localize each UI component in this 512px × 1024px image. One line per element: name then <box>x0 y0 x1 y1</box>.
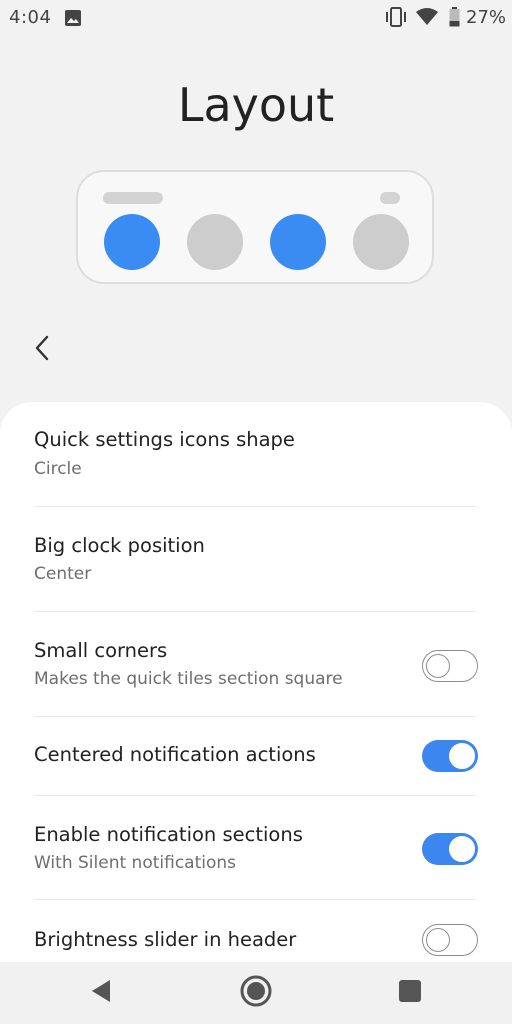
layout-preview <box>76 170 434 284</box>
page-title: Layout <box>177 78 335 132</box>
navigation-bar <box>0 962 512 1024</box>
chevron-left-icon[interactable] <box>28 332 58 364</box>
preview-tile <box>187 214 243 270</box>
wifi-icon <box>416 8 438 25</box>
setting-summary: Makes the quick tiles section square <box>34 669 343 689</box>
battery-icon <box>449 7 460 27</box>
setting-title: Centered notification actions <box>34 743 316 766</box>
setting-title: Enable notification sections <box>34 823 303 846</box>
setting-big-clock-position[interactable]: Big clock position Center <box>0 507 512 611</box>
centered-notification-actions-toggle[interactable] <box>422 740 478 772</box>
setting-title: Big clock position <box>34 534 205 557</box>
toggle-knob <box>448 835 476 863</box>
preview-header-dot <box>380 192 400 204</box>
toggle-knob <box>426 653 450 678</box>
recents-icon[interactable] <box>399 980 421 1002</box>
settings-list: Quick settings icons shape Circle Big cl… <box>0 402 512 962</box>
setting-brightness-slider-header[interactable]: Brightness slider in header <box>0 900 512 962</box>
preview-tile <box>104 214 160 270</box>
preview-tile <box>270 214 326 270</box>
setting-summary: Center <box>34 564 92 584</box>
setting-qs-icon-shape[interactable]: Quick settings icons shape Circle <box>0 402 512 506</box>
toggle-knob <box>448 742 476 770</box>
setting-title: Quick settings icons shape <box>34 428 295 451</box>
setting-summary: Circle <box>34 459 82 479</box>
back-icon[interactable] <box>90 978 112 1004</box>
setting-centered-notification-actions[interactable]: Centered notification actions <box>0 717 512 795</box>
brightness-slider-toggle[interactable] <box>422 924 478 956</box>
preview-tile <box>353 214 409 270</box>
battery-percentage: 27% <box>466 7 507 28</box>
home-icon[interactable] <box>239 974 273 1008</box>
setting-title: Small corners <box>34 639 168 662</box>
vibrate-icon <box>386 7 406 27</box>
preview-header-bar <box>103 192 163 204</box>
status-time: 4:04 <box>9 7 52 28</box>
small-corners-toggle[interactable] <box>422 650 478 682</box>
gallery-icon <box>65 10 81 26</box>
notification-sections-toggle[interactable] <box>422 833 478 865</box>
setting-small-corners[interactable]: Small corners Makes the quick tiles sect… <box>0 612 512 716</box>
toggle-knob <box>426 927 450 952</box>
setting-summary: With Silent notifications <box>34 853 236 873</box>
setting-notification-sections[interactable]: Enable notification sections With Silent… <box>0 796 512 899</box>
setting-title: Brightness slider in header <box>34 928 297 951</box>
status-bar: 4:04 27% <box>0 0 512 36</box>
